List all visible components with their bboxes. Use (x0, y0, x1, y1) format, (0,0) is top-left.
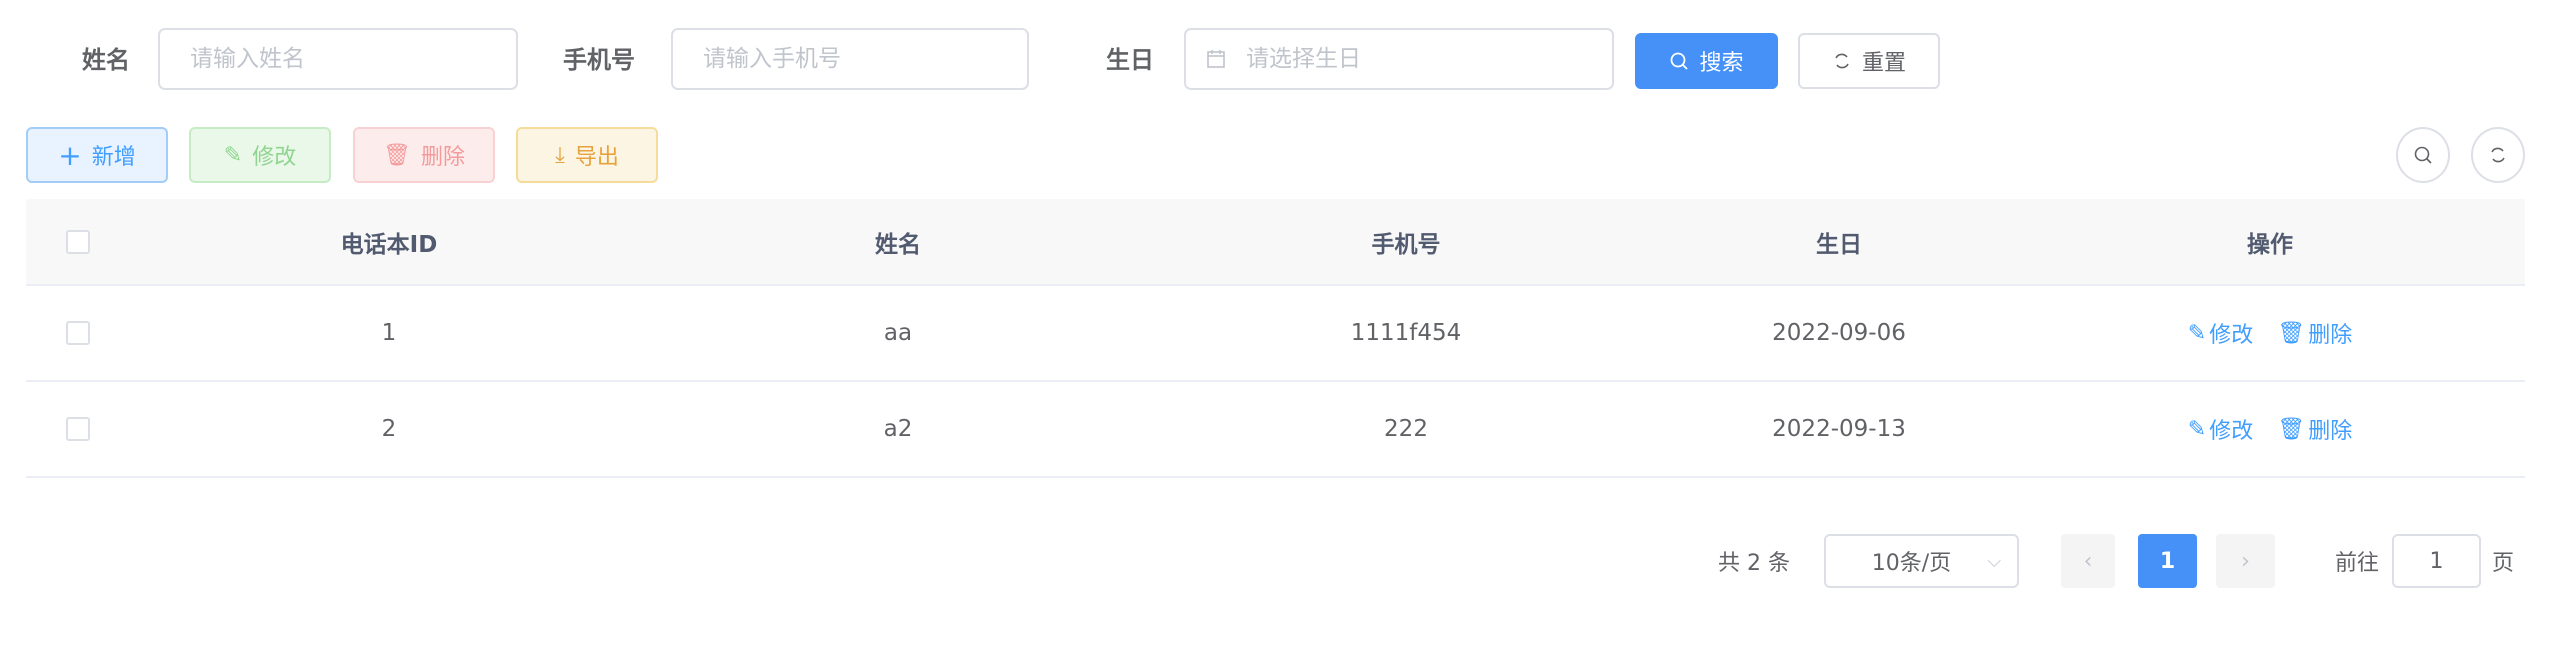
row-checkbox[interactable] (66, 321, 90, 345)
column-header-id: 电话本ID (340, 231, 438, 258)
calendar-icon (1207, 50, 1225, 68)
birthday-picker[interactable]: 请选择生日 (1184, 28, 1614, 90)
refresh-icon (1835, 53, 1849, 69)
export-label: 导出 (574, 145, 619, 170)
cell-actions: ✎ 修改 🗑︎ 删除 (2176, 382, 2364, 476)
delete-button[interactable]: 🗑︎ 删除 (353, 127, 495, 183)
add-label: 新增 (91, 145, 136, 170)
toggle-search-button[interactable] (2396, 127, 2450, 183)
row-delete-link[interactable]: 🗑︎ 删除 (2277, 317, 2352, 349)
cell-birthday: 2022-09-06 (1772, 320, 1906, 346)
birthday-placeholder: 请选择生日 (1246, 46, 1361, 72)
search-button-label: 搜索 (1699, 51, 1744, 76)
cell-id: 1 (381, 320, 397, 346)
trash-icon: 🗑︎ (2277, 320, 2306, 346)
cell-id: 2 (381, 416, 397, 442)
edit-icon: ✎ (2187, 416, 2207, 442)
name-input[interactable]: 请输入姓名 (158, 28, 518, 90)
cell-phone: 1111f454 (1350, 320, 1462, 346)
edit-label: 修改 (252, 145, 297, 170)
row-edit-label: 修改 (2209, 419, 2254, 444)
row-edit-link[interactable]: ✎ 修改 (2188, 413, 2253, 445)
search-icon (2414, 146, 2432, 164)
phone-input[interactable]: 请输入手机号 (671, 28, 1029, 90)
chevron-right-icon: › (2241, 548, 2250, 574)
cell-phone: 222 (1384, 416, 1428, 442)
chevron-left-icon: ‹ (2083, 548, 2093, 574)
row-edit-link[interactable]: ✎ 修改 (2188, 317, 2253, 349)
refresh-button[interactable] (2471, 127, 2525, 183)
table-row: 1 aa 1111f454 2022-09-06 ✎ 修改 🗑︎ 删除 (26, 286, 2525, 382)
search-button[interactable]: 搜索 (1635, 33, 1778, 89)
cell-name: aa (883, 320, 913, 346)
row-checkbox[interactable] (66, 417, 90, 441)
search-icon (1671, 52, 1689, 70)
goto-page-input[interactable]: 1 (2392, 534, 2481, 588)
column-header-name: 姓名 (875, 231, 921, 258)
edit-icon: ✎ (223, 142, 243, 168)
column-header-birthday: 生日 (1816, 231, 1862, 258)
add-button[interactable]: + 新增 (26, 127, 168, 183)
trash-icon: 🗑︎ (383, 142, 411, 168)
select-all-checkbox[interactable] (66, 229, 90, 254)
plus-icon: + (58, 138, 82, 172)
pagination-total: 共 2 条 (1718, 551, 1790, 576)
next-page-button[interactable]: › (2216, 534, 2275, 588)
download-icon: ⤓ (555, 142, 565, 168)
name-label: 姓名 (82, 46, 130, 74)
page-size-value: 10条/页 (1871, 551, 1952, 576)
page-suffix: 页 (2491, 551, 2514, 576)
cell-actions: ✎ 修改 🗑︎ 删除 (2176, 286, 2364, 380)
row-edit-label: 修改 (2209, 323, 2254, 348)
goto-label: 前往 (2334, 551, 2379, 576)
row-delete-link[interactable]: 🗑︎ 删除 (2277, 413, 2352, 445)
reset-button[interactable]: 重置 (1798, 33, 1940, 89)
cell-birthday: 2022-09-13 (1772, 416, 1906, 442)
row-delete-label: 删除 (2308, 419, 2353, 444)
row-delete-label: 删除 (2308, 323, 2353, 348)
table-row: 2 a2 222 2022-09-13 ✎ 修改 🗑︎ 删除 (26, 382, 2525, 478)
birthday-label: 生日 (1106, 46, 1154, 74)
column-header-actions: 操作 (2247, 231, 2293, 258)
delete-label: 删除 (420, 145, 465, 170)
chevron-down-icon: ⌵ (1987, 550, 2001, 572)
column-header-phone: 手机号 (1371, 231, 1441, 258)
edit-icon: ✎ (2187, 320, 2207, 346)
trash-icon: 🗑︎ (2277, 416, 2306, 442)
refresh-icon (2491, 147, 2505, 163)
prev-page-button[interactable]: ‹ (2061, 534, 2115, 588)
reset-button-label: 重置 (1861, 51, 1906, 76)
cell-name: a2 (883, 416, 913, 442)
export-button[interactable]: ⤓ 导出 (516, 127, 658, 183)
phone-label: 手机号 (563, 46, 635, 74)
edit-button[interactable]: ✎ 修改 (189, 127, 331, 183)
page-1-button[interactable]: 1 (2138, 534, 2197, 588)
page-size-select[interactable]: 10条/页 ⌵ (1824, 534, 2019, 588)
table-header: 电话本ID 姓名 手机号 生日 操作 (26, 199, 2525, 286)
